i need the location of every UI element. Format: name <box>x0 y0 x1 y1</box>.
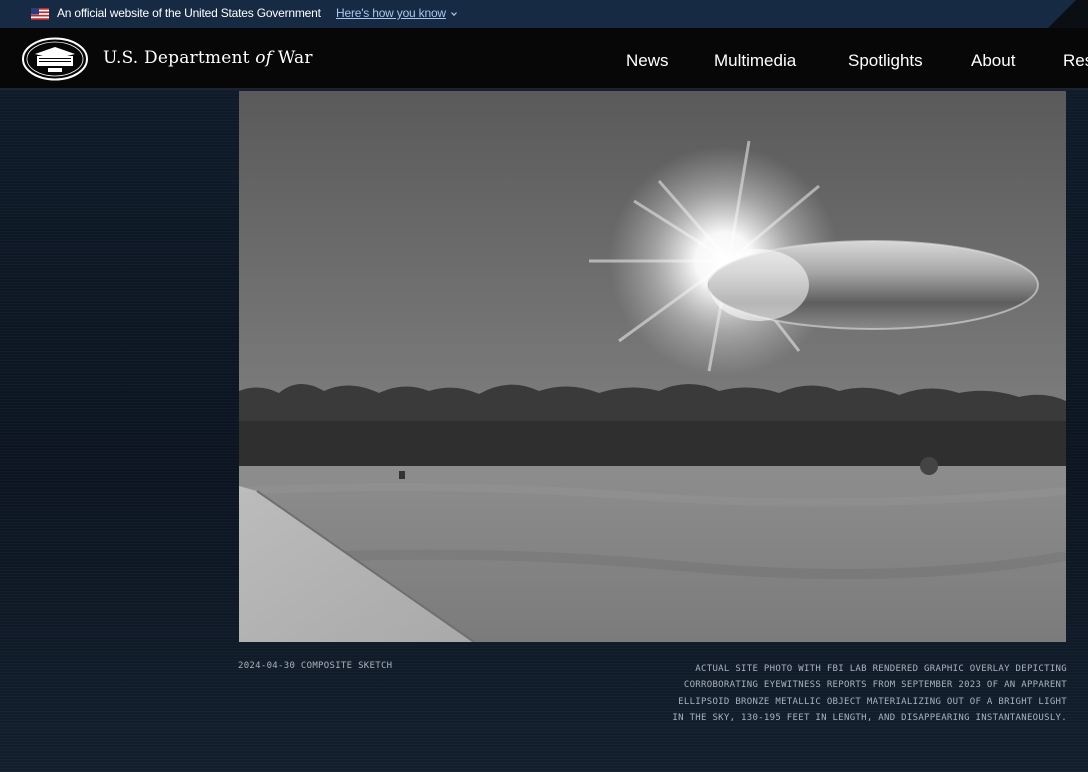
banner-corner <box>1048 0 1088 28</box>
nav-news[interactable]: News <box>626 51 669 71</box>
official-gov-banner: An official website of the United States… <box>0 0 1088 28</box>
nav-resources[interactable]: Res <box>1063 51 1088 71</box>
official-site-text: An official website of the United States… <box>57 6 321 20</box>
description-caption: ACTUAL SITE PHOTO WITH FBI LAB RENDERED … <box>672 664 1067 723</box>
site-header: U.S. Department of War News Multimedia S… <box>0 28 1088 90</box>
composite-photo[interactable] <box>239 91 1066 642</box>
photo-graphic <box>239 91 1066 642</box>
main-nav: News Multimedia Spotlights About Res <box>0 51 1088 71</box>
nav-spotlights[interactable]: Spotlights <box>848 51 923 71</box>
nav-about[interactable]: About <box>971 51 1015 71</box>
how-you-know-label: Here's how you know <box>336 6 446 20</box>
nav-multimedia[interactable]: Multimedia <box>714 51 796 71</box>
date-caption: 2024-04-30 COMPOSITE SKETCH <box>238 661 393 671</box>
us-flag-icon <box>31 8 49 20</box>
main-content: 2024-04-30 COMPOSITE SKETCH ACTUAL SITE … <box>0 90 1088 772</box>
chevron-down-icon <box>450 12 457 17</box>
how-you-know-link[interactable]: Here's how you know <box>336 6 457 20</box>
